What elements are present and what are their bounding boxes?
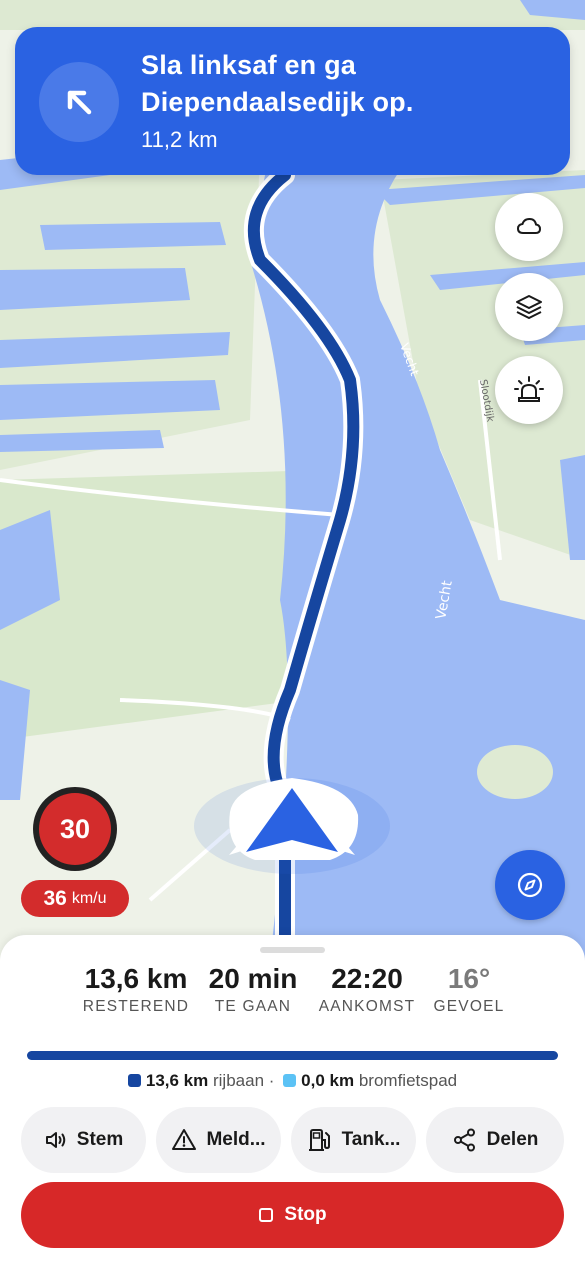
navigation-instruction-banner[interactable]: Sla linksaf en ga Diependaalsedijk op. 1…: [15, 27, 570, 175]
speaker-icon: [45, 1132, 66, 1148]
share-button[interactable]: Delen: [426, 1107, 564, 1173]
report-label: Meld...: [206, 1129, 266, 1150]
stat-time-to-go: 20 min TE GAAN: [204, 963, 302, 1016]
alerts-button[interactable]: [495, 356, 563, 424]
layers-icon: [516, 295, 542, 319]
map-layers-button[interactable]: [495, 273, 563, 341]
stat-label: RESTEREND: [82, 998, 190, 1015]
speed-limit-value: 30: [39, 793, 111, 865]
current-speed-badge: 36 km/u: [21, 880, 129, 917]
stat-label: GEVOEL: [433, 998, 505, 1015]
stat-label: TE GAAN: [214, 998, 292, 1015]
stop-navigation-button[interactable]: Stop: [21, 1182, 564, 1248]
arrow-up-left-icon: [39, 62, 119, 142]
stop-square-icon: [259, 1208, 274, 1222]
stat-arrival-time: 22:20 AANKOMST: [314, 963, 420, 1016]
road-label: rijbaan: [212, 1071, 265, 1090]
voice-label: Stem: [76, 1129, 124, 1150]
report-button[interactable]: Meld...: [156, 1107, 281, 1173]
stat-label: AANKOMST: [318, 998, 416, 1015]
sheet-drag-handle[interactable]: [260, 947, 325, 953]
instruction-distance: 11,2 km: [141, 127, 218, 152]
fuel-label: Tank...: [341, 1129, 401, 1150]
bike-label: bromfietspad: [358, 1071, 458, 1090]
stop-label: Stop: [284, 1204, 327, 1225]
road-distance: 13,6 km: [145, 1071, 209, 1090]
warning-icon: [172, 1129, 197, 1150]
instruction-text: Sla linksaf en ga Diependaalsedijk op.: [141, 50, 414, 117]
weather-cloud-icon: [516, 217, 542, 234]
current-speed-value: 36: [43, 886, 67, 910]
stat-value: 22:20: [331, 963, 403, 994]
share-icon: [453, 1128, 475, 1152]
route-progress-bar: [27, 1051, 558, 1060]
share-label: Delen: [486, 1129, 539, 1150]
fuel-pump-icon: [308, 1129, 330, 1151]
bike-distance: 0,0 km: [301, 1071, 355, 1090]
voice-button[interactable]: Stem: [21, 1107, 146, 1173]
fuel-button[interactable]: Tank...: [291, 1107, 416, 1173]
trip-summary-sheet[interactable]: 13,6 km RESTEREND 20 min TE GAAN 22:20 A…: [0, 935, 585, 1266]
route-surface-legend: 13,6 km rijbaan · 0,0 km bromfietspad: [0, 1071, 585, 1091]
weather-button[interactable]: [495, 193, 563, 261]
siren-alert-icon: [514, 376, 544, 402]
stat-remaining-distance: 13,6 km RESTEREND: [80, 963, 192, 1016]
stat-feels-like-temperature: 16° GEVOEL: [432, 963, 506, 1016]
compass-icon: [517, 872, 543, 898]
current-speed-unit: km/u: [71, 889, 107, 907]
bike-color-swatch: [283, 1074, 297, 1087]
speed-limit-sign: 30: [33, 787, 117, 871]
legend-separator: ·: [268, 1071, 275, 1090]
road-color-swatch: [127, 1074, 141, 1087]
stat-value: 16°: [447, 963, 491, 994]
stat-value: 13,6 km: [84, 963, 188, 994]
recenter-compass-button[interactable]: [495, 850, 565, 920]
stat-value: 20 min: [208, 963, 298, 994]
